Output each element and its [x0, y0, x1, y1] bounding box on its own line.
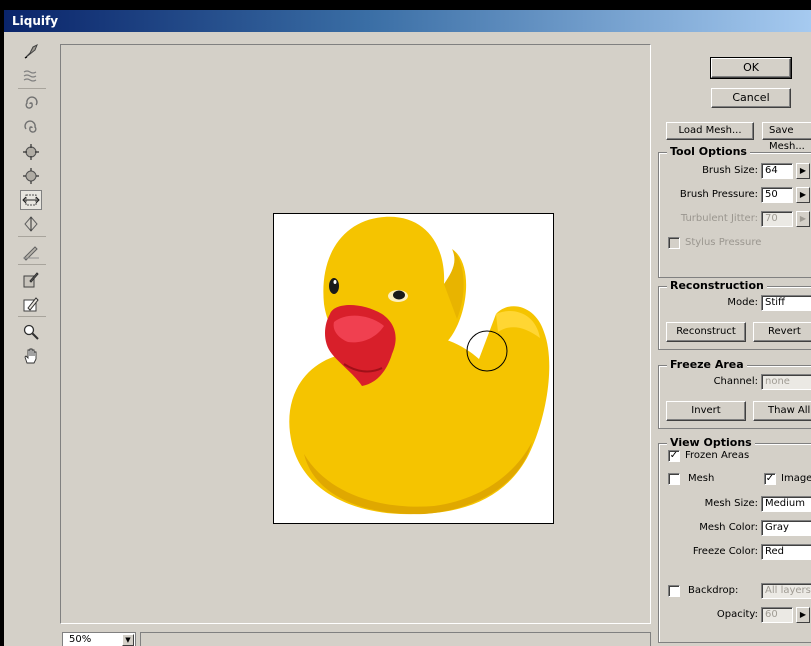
channel-label: Channel:	[713, 376, 758, 387]
twirl-clockwise-tool-icon[interactable]	[20, 94, 42, 114]
freeze-tool-icon[interactable]	[20, 270, 42, 290]
opacity-label: Opacity:	[716, 609, 758, 620]
brush-size-input[interactable]: 64	[761, 163, 793, 179]
hand-tool-icon[interactable]	[20, 346, 42, 366]
twirl-counterclockwise-tool-icon[interactable]	[20, 118, 42, 138]
ok-button[interactable]: OK	[710, 57, 792, 79]
zoom-value: 50%	[69, 634, 92, 645]
backdrop-checkbox[interactable]	[668, 585, 680, 597]
load-mesh-button[interactable]: Load Mesh...	[666, 122, 754, 140]
shift-pixels-tool-icon[interactable]	[20, 190, 42, 210]
brush-pressure-input[interactable]: 50	[761, 187, 793, 203]
zoom-select[interactable]: 50% ▼	[62, 632, 136, 646]
freeze-color-label: Freeze Color:	[692, 546, 758, 557]
opacity-arrow-icon[interactable]: ▶	[796, 607, 810, 623]
preview-image[interactable]	[273, 213, 554, 524]
thaw-all-button[interactable]: Thaw All	[753, 401, 811, 421]
opacity-input[interactable]: 60	[761, 607, 793, 623]
cancel-button[interactable]: Cancel	[711, 88, 791, 108]
freeze-color-select[interactable]: Red	[761, 544, 811, 560]
turbulent-jitter-input[interactable]: 70	[761, 211, 793, 227]
thaw-tool-icon[interactable]	[20, 294, 42, 314]
chevron-down-icon[interactable]: ▼	[122, 634, 134, 646]
bloat-tool-icon[interactable]	[20, 166, 42, 186]
reconstruct-tool-icon[interactable]	[20, 242, 42, 262]
tool-options-title: Tool Options	[667, 145, 750, 158]
mode-label: Mode:	[727, 297, 758, 308]
forward-warp-tool-icon[interactable]	[20, 42, 42, 62]
frozen-areas-label: Frozen Areas	[685, 450, 750, 461]
mesh-checkbox[interactable]	[668, 473, 680, 485]
mesh-size-select[interactable]: Medium	[761, 496, 811, 512]
image-checkbox[interactable]: ✓	[764, 473, 776, 485]
turbulent-jitter-label: Turbulent Jitter:	[680, 213, 758, 224]
turbulence-tool-icon[interactable]	[20, 66, 42, 86]
brush-size-arrow-icon[interactable]: ▶	[796, 163, 810, 179]
pucker-tool-icon[interactable]	[20, 142, 42, 162]
view-options-title: View Options	[667, 436, 755, 449]
preview-canvas[interactable]	[60, 44, 651, 624]
brush-pressure-label: Brush Pressure:	[679, 189, 758, 200]
rubber-duck-image	[289, 216, 550, 515]
stylus-pressure-checkbox[interactable]	[668, 237, 680, 249]
save-mesh-button[interactable]: Save Mesh...	[762, 122, 811, 152]
image-label: Image	[781, 473, 811, 484]
liquify-dialog: Liquify 50% ▼ OK Cancel Load Mesh... Sav…	[4, 10, 811, 646]
mesh-size-label: Mesh Size:	[704, 498, 758, 509]
freeze-area-title: Freeze Area	[667, 358, 747, 371]
stylus-pressure-label: Stylus Pressure	[685, 237, 762, 248]
turbulent-jitter-arrow-icon[interactable]: ▶	[796, 211, 810, 227]
mesh-color-label: Mesh Color:	[699, 522, 758, 533]
dialog-title: Liquify	[4, 10, 811, 32]
zoom-tool-icon[interactable]	[20, 322, 42, 342]
reflection-tool-icon[interactable]	[20, 214, 42, 234]
backdrop-select[interactable]: All layers	[761, 583, 811, 599]
reconstruction-title: Reconstruction	[667, 279, 767, 292]
invert-button[interactable]: Invert	[666, 401, 746, 421]
status-bar	[140, 632, 651, 646]
channel-select[interactable]: none	[761, 374, 811, 390]
frozen-areas-checkbox[interactable]: ✓	[668, 450, 680, 462]
mesh-color-select[interactable]: Gray	[761, 520, 811, 536]
mode-select[interactable]: Stiff	[761, 295, 811, 311]
reconstruct-button[interactable]: Reconstruct	[666, 322, 746, 342]
brush-size-label: Brush Size:	[702, 165, 758, 176]
revert-button[interactable]: Revert	[753, 322, 811, 342]
backdrop-label: Backdrop:	[688, 585, 739, 596]
mesh-label: Mesh	[688, 473, 715, 484]
brush-pressure-arrow-icon[interactable]: ▶	[796, 187, 810, 203]
